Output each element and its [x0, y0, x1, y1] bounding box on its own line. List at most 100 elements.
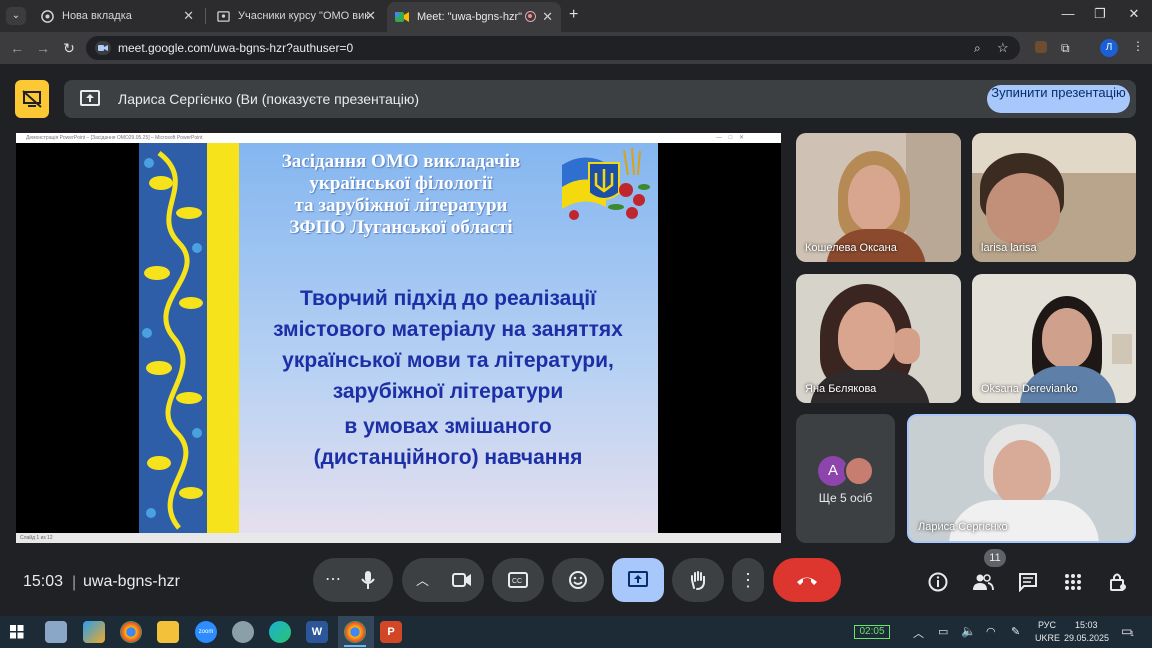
windows-taskbar: zoom W P 02:05 ︿ ▭ 🔈 ◠ ✎ РУС UKRE 15:03 … — [0, 616, 1152, 648]
classroom-icon — [216, 9, 230, 23]
powerpoint-icon[interactable]: P — [380, 621, 402, 643]
app-icon[interactable] — [232, 621, 254, 643]
bookmark-star-icon[interactable]: ☆ — [997, 40, 1009, 56]
slide: Засідання ОМО викладачів української філ… — [139, 143, 658, 533]
pen-icon[interactable]: ✎ — [1011, 625, 1020, 638]
close-window-icon[interactable]: ✕ — [1124, 6, 1144, 22]
tab-new-tab[interactable]: Нова вкладка ✕ — [32, 4, 202, 28]
tab-title: Нова вкладка — [62, 10, 132, 22]
powerpoint-window-controls: — □ ✕ — [716, 135, 744, 141]
windows-start-icon[interactable] — [10, 625, 24, 644]
minimize-icon[interactable]: — — [1058, 6, 1078, 21]
taskbar-time[interactable]: 15:03 — [1075, 620, 1098, 630]
new-tab-button[interactable]: + — [569, 6, 578, 24]
room-lamp — [1112, 334, 1132, 364]
language-indicator[interactable]: РУС — [1038, 620, 1056, 630]
more-participants-tile[interactable]: A Ще 5 осіб — [796, 414, 895, 543]
present-now-button[interactable] — [612, 558, 664, 602]
presentation-off-icon[interactable] — [15, 80, 49, 118]
tab-search-button[interactable]: ⌄ — [6, 7, 26, 25]
captions-button[interactable]: CC — [492, 558, 544, 602]
close-tab-icon[interactable]: ✕ — [542, 9, 553, 25]
show-hidden-icons-icon[interactable]: ︿ — [913, 625, 924, 641]
address-bar[interactable]: meet.google.com/uwa-bgns-hzr?authuser=0 … — [86, 36, 1020, 60]
paint-app-icon[interactable] — [45, 621, 67, 643]
camera-control-group: ︿ — [402, 558, 484, 602]
language-indicator-secondary[interactable]: UKRE — [1035, 633, 1060, 643]
participant-face — [1042, 308, 1092, 368]
browser-toolbar: ← → ↻ meet.google.com/uwa-bgns-hzr?authu… — [0, 32, 1152, 64]
chevron-up-icon[interactable]: ︿ — [416, 570, 429, 589]
taskbar-date[interactable]: 29.05.2025 — [1064, 633, 1109, 643]
participant-tile[interactable]: Яна Бєлякова — [796, 274, 961, 403]
extensions-puzzle-icon[interactable]: ⧉ — [1061, 41, 1070, 56]
ornament-yellow-stripe — [207, 143, 239, 533]
forward-icon[interactable]: → — [34, 40, 52, 56]
slide-main-text: Творчий підхід до реалізації змістового … — [243, 283, 653, 473]
slide-main-line: в умовах змішаного — [344, 415, 552, 438]
host-controls-button[interactable] — [1106, 570, 1130, 594]
participants-count-badge: 11 — [984, 549, 1006, 567]
participant-name: Кошелева Оксана — [805, 242, 897, 254]
participant-name: Яна Бєлякова — [805, 383, 877, 395]
recording-indicator-icon — [525, 11, 536, 22]
presenting-banner: Лариса Сергієнко (Ви (показуєте презента… — [64, 80, 1136, 118]
meeting-details-button[interactable] — [926, 570, 950, 594]
participant-tile[interactable]: larisa larisa — [972, 133, 1136, 262]
hang-up-icon — [797, 577, 817, 585]
raise-hand-button[interactable] — [672, 558, 724, 602]
volume-icon[interactable]: 🔈 — [961, 624, 976, 638]
stop-presenting-button[interactable]: Зупинити презентацію — [987, 85, 1130, 113]
chrome-profile-taskbar-icon[interactable] — [344, 621, 366, 643]
camera-icon[interactable] — [452, 572, 472, 593]
apps-grid-icon — [1065, 574, 1081, 590]
participant-face — [838, 302, 896, 372]
zoom-app-icon[interactable]: zoom — [195, 621, 217, 643]
participant-name: Oksana Derevianko — [981, 383, 1078, 395]
chrome-taskbar-icon[interactable] — [120, 621, 142, 643]
more-options-button[interactable]: ⋮ — [732, 558, 764, 602]
chat-button[interactable] — [1016, 570, 1040, 594]
meet-icon — [395, 10, 409, 24]
activities-button[interactable] — [1061, 570, 1085, 594]
lock-person-icon — [1110, 573, 1126, 591]
taskbar-active-indicator — [344, 645, 366, 647]
reload-icon[interactable]: ↻ — [60, 40, 78, 57]
closed-captions-icon: CC — [508, 572, 528, 588]
slide-main-line: змістового матеріалу на заняттях — [273, 318, 623, 341]
present-screen-icon — [628, 571, 648, 587]
slide-heading-line: ЗФПО Луганської області — [289, 217, 513, 238]
browser-menu-icon[interactable]: ⋮ — [1132, 39, 1144, 53]
word-icon[interactable]: W — [306, 621, 328, 643]
zoom-lens-icon[interactable]: ⌕ — [974, 41, 981, 56]
file-explorer-icon[interactable] — [157, 621, 179, 643]
profile-avatar[interactable]: Л — [1100, 39, 1118, 57]
edge-icon[interactable] — [269, 621, 291, 643]
tab-course-participants[interactable]: Учасники курсу "ОМО виклад ✕ — [208, 4, 384, 28]
people-button[interactable] — [971, 570, 995, 594]
microphone-icon[interactable] — [361, 570, 375, 595]
presenter-label: Лариса Сергієнко (Ви (показуєте презента… — [118, 91, 420, 107]
network-icon[interactable]: ◠ — [986, 625, 996, 638]
close-tab-icon[interactable]: ✕ — [183, 8, 194, 24]
participant-tile[interactable]: Oksana Derevianko — [972, 274, 1136, 403]
emoji-icon — [569, 571, 587, 589]
copilot-icon[interactable] — [83, 621, 105, 643]
leave-call-button[interactable] — [773, 558, 841, 602]
monitor-icon[interactable]: ▭ — [938, 625, 948, 638]
slide-heading: Засідання ОМО викладачів української філ… — [251, 151, 551, 239]
info-icon — [928, 572, 948, 592]
site-info-icon[interactable] — [95, 41, 111, 55]
back-icon[interactable]: ← — [8, 40, 26, 56]
participant-tile[interactable]: Кошелева Оксана — [796, 133, 961, 262]
more-audio-options-icon[interactable]: ⋯ — [325, 569, 341, 589]
present-screen-icon — [80, 90, 100, 113]
self-view-tile[interactable]: Лариса Сергієнко — [907, 414, 1136, 543]
extension-icon[interactable] — [1035, 41, 1047, 53]
chat-icon — [1019, 573, 1037, 592]
reactions-button[interactable] — [552, 558, 604, 602]
slide-heading-line: та зарубіжної літератури — [294, 195, 508, 216]
close-tab-icon[interactable]: ✕ — [365, 8, 376, 24]
tab-meet[interactable]: Meet: "uwa-bgns-hzr" ✕ — [387, 2, 561, 32]
restore-icon[interactable]: ❐ — [1090, 6, 1110, 22]
